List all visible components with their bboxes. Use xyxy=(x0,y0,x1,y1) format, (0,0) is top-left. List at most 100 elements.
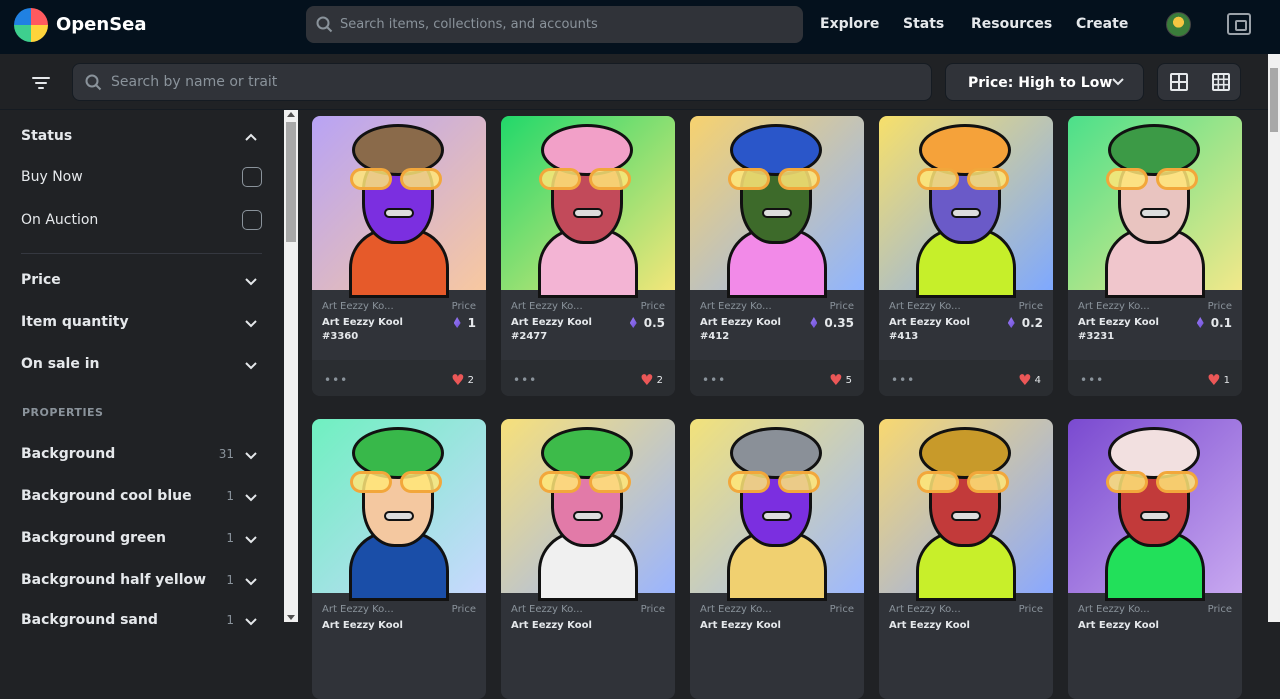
nav-explore[interactable]: Explore xyxy=(820,16,879,32)
top-navigation-bar: OpenSea Explore Stats Resources Create xyxy=(0,0,1280,54)
favorite-button[interactable]: ♥ 1 xyxy=(1207,371,1230,389)
page-scrollbar[interactable] xyxy=(1268,54,1280,622)
nav-stats[interactable]: Stats xyxy=(903,16,944,32)
more-options-icon[interactable]: ••• xyxy=(324,373,348,387)
price-label: Price xyxy=(1018,604,1043,615)
item-search-input[interactable] xyxy=(111,64,911,100)
collection-name[interactable]: Art Eezzy Ko... xyxy=(889,301,961,312)
item-name[interactable]: Art Eezzy Kool xyxy=(322,619,422,633)
nft-card[interactable]: Art Eezzy Ko... Price Art Eezzy Kool xyxy=(501,419,675,699)
property-name: Background half yellow xyxy=(21,572,207,588)
collection-name[interactable]: Art Eezzy Ko... xyxy=(511,604,583,615)
nft-image[interactable] xyxy=(879,419,1053,601)
item-name[interactable]: Art Eezzy Kool #3231 xyxy=(1078,316,1178,344)
nft-image[interactable] xyxy=(312,116,486,298)
global-search-box[interactable] xyxy=(306,6,803,43)
card-footer: ••• ♥ 4 xyxy=(879,360,1053,396)
item-name[interactable]: Art Eezzy Kool xyxy=(889,619,989,633)
item-name[interactable]: Art Eezzy Kool #2477 xyxy=(511,316,611,344)
sort-dropdown[interactable]: Price: High to Low xyxy=(945,63,1144,101)
item-name[interactable]: Art Eezzy Kool #412 xyxy=(700,316,800,344)
collection-name[interactable]: Art Eezzy Ko... xyxy=(322,604,394,615)
property-background-cool-blue[interactable]: Background cool blue 1 xyxy=(0,488,283,508)
brand-name[interactable]: OpenSea xyxy=(56,14,147,35)
on-sale-in-section[interactable]: On sale in xyxy=(0,356,283,376)
nft-card[interactable]: Art Eezzy Ko... Price Art Eezzy Kool #2477… xyxy=(501,116,675,396)
collection-name[interactable]: Art Eezzy Ko... xyxy=(322,301,394,312)
item-quantity-section[interactable]: Item quantity xyxy=(0,314,283,334)
status-option-buy-now[interactable]: Buy Now xyxy=(0,167,283,189)
property-background-green[interactable]: Background green 1 xyxy=(0,530,283,550)
property-background-half-yellow[interactable]: Background half yellow 1 xyxy=(0,572,283,592)
nft-card[interactable]: Art Eezzy Ko... Price Art Eezzy Kool #3231… xyxy=(1068,116,1242,396)
favorite-button[interactable]: ♥ 2 xyxy=(451,371,474,389)
wallet-icon[interactable] xyxy=(1227,13,1251,35)
status-section-header[interactable]: Status xyxy=(0,128,283,148)
property-background[interactable]: Background 31 xyxy=(0,446,283,466)
nav-create[interactable]: Create xyxy=(1076,16,1128,32)
global-search-input[interactable] xyxy=(340,6,790,43)
status-option-on-auction[interactable]: On Auction xyxy=(0,210,283,232)
nft-image[interactable] xyxy=(690,419,864,601)
favorite-button[interactable]: ♥ 4 xyxy=(1018,371,1041,389)
scroll-down-arrow-icon[interactable] xyxy=(287,615,295,620)
more-options-icon[interactable]: ••• xyxy=(1080,373,1104,387)
item-name[interactable]: Art Eezzy Kool #413 xyxy=(889,316,989,344)
nft-card[interactable]: Art Eezzy Ko... Price Art Eezzy Kool #3360… xyxy=(312,116,486,396)
item-name[interactable]: Art Eezzy Kool xyxy=(700,619,800,633)
scroll-up-arrow-icon[interactable] xyxy=(287,112,295,117)
nft-image[interactable] xyxy=(1068,419,1242,601)
property-count: 1 xyxy=(226,613,234,627)
nft-image[interactable] xyxy=(501,419,675,601)
heart-icon: ♥ xyxy=(1207,371,1221,389)
buy-now-checkbox[interactable] xyxy=(242,167,262,187)
nft-card[interactable]: Art Eezzy Ko... Price Art Eezzy Kool xyxy=(1068,419,1242,699)
nft-image[interactable] xyxy=(1068,116,1242,298)
nft-card[interactable]: Art Eezzy Ko... Price Art Eezzy Kool #413 0… xyxy=(879,116,1053,396)
small-grid-button[interactable] xyxy=(1200,64,1242,100)
nav-resources[interactable]: Resources xyxy=(971,16,1052,32)
properties-label: PROPERTIES xyxy=(22,406,104,419)
nft-card[interactable]: Art Eezzy Ko... Price Art Eezzy Kool xyxy=(879,419,1053,699)
card-footer: ••• ♥ 2 xyxy=(312,360,486,396)
scrollbar-thumb[interactable] xyxy=(1270,68,1278,132)
sidebar-scrollbar[interactable] xyxy=(284,110,298,622)
filter-toggle-icon[interactable] xyxy=(29,74,53,92)
property-background-sand[interactable]: Background sand 1 xyxy=(0,612,283,632)
price-section[interactable]: Price xyxy=(0,272,283,292)
collection-name[interactable]: Art Eezzy Ko... xyxy=(1078,301,1150,312)
nft-image[interactable] xyxy=(501,116,675,298)
chevron-down-icon xyxy=(245,452,257,460)
nft-card[interactable]: Art Eezzy Ko... Price Art Eezzy Kool xyxy=(690,419,864,699)
item-name[interactable]: Art Eezzy Kool xyxy=(1078,619,1178,633)
favorite-button[interactable]: ♥ 2 xyxy=(640,371,663,389)
more-options-icon[interactable]: ••• xyxy=(513,373,537,387)
filter-sidebar: Status Buy Now On Auction Price Item qua… xyxy=(0,110,283,628)
nft-image[interactable] xyxy=(879,116,1053,298)
item-search-box[interactable] xyxy=(72,63,932,101)
price-label: Price xyxy=(1207,604,1232,615)
collection-name[interactable]: Art Eezzy Ko... xyxy=(700,604,772,615)
search-icon xyxy=(85,74,102,91)
more-options-icon[interactable]: ••• xyxy=(891,373,915,387)
nft-image[interactable] xyxy=(312,419,486,601)
more-options-icon[interactable]: ••• xyxy=(702,373,726,387)
nft-card[interactable]: Art Eezzy Ko... Price Art Eezzy Kool xyxy=(312,419,486,699)
collection-name[interactable]: Art Eezzy Ko... xyxy=(511,301,583,312)
scrollbar-thumb[interactable] xyxy=(286,122,296,242)
large-grid-button[interactable] xyxy=(1158,64,1200,100)
favorite-button[interactable]: ♥ 5 xyxy=(829,371,852,389)
nft-card[interactable]: Art Eezzy Ko... Price Art Eezzy Kool #412 0… xyxy=(690,116,864,396)
on-auction-checkbox[interactable] xyxy=(242,210,262,230)
collection-name[interactable]: Art Eezzy Ko... xyxy=(1078,604,1150,615)
price-label: Price xyxy=(640,301,665,312)
item-name[interactable]: Art Eezzy Kool xyxy=(511,619,611,633)
collection-name[interactable]: Art Eezzy Ko... xyxy=(889,604,961,615)
opensea-logo-icon[interactable] xyxy=(14,8,48,42)
collection-name[interactable]: Art Eezzy Ko... xyxy=(700,301,772,312)
large-grid-icon xyxy=(1170,73,1188,91)
nft-image[interactable] xyxy=(690,116,864,298)
profile-avatar[interactable] xyxy=(1166,12,1191,37)
chevron-down-icon xyxy=(245,578,257,586)
item-name[interactable]: Art Eezzy Kool #3360 xyxy=(322,316,422,344)
